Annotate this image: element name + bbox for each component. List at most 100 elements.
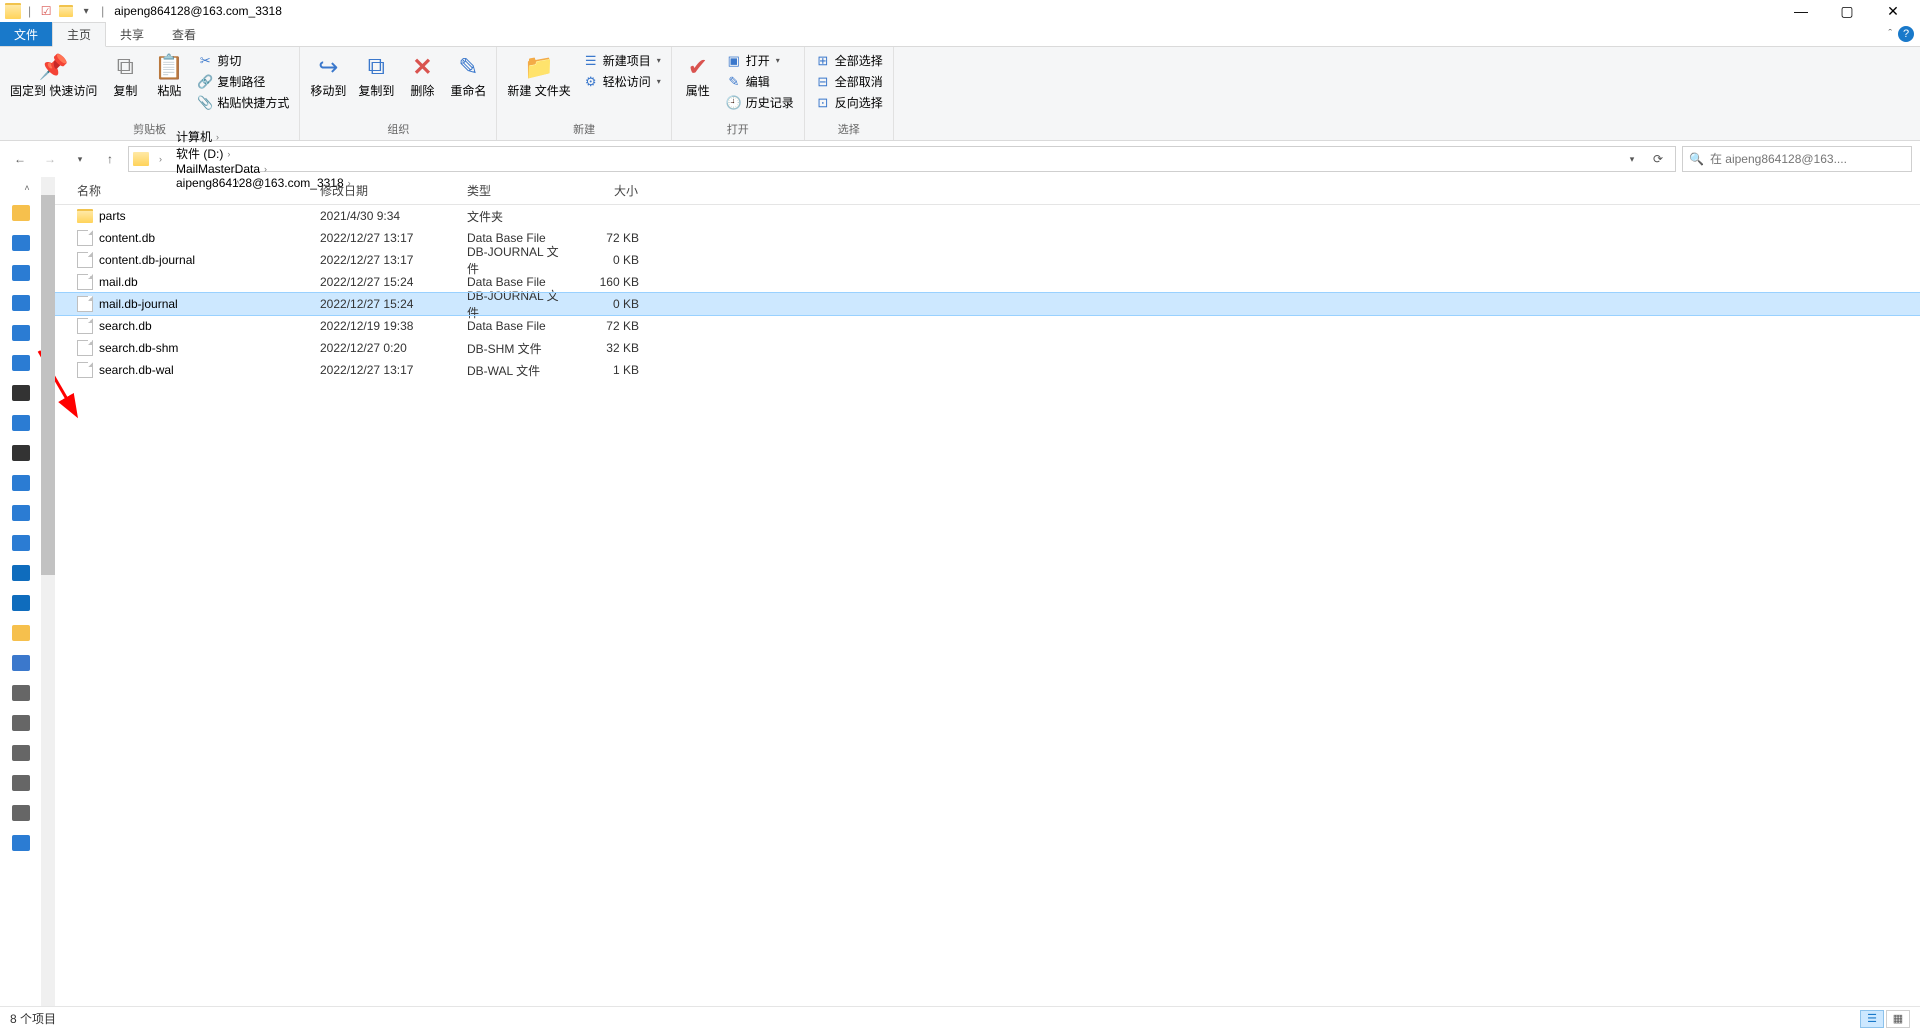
ribbon-collapse-icon[interactable]: ˆ <box>1888 28 1892 40</box>
addr-dropdown-icon[interactable]: ▾ <box>1619 147 1645 171</box>
nav-item-icon[interactable] <box>12 415 30 431</box>
nav-scrollbar[interactable] <box>41 177 55 1006</box>
column-headers[interactable]: ˄ 名称 修改日期 类型 大小 <box>55 177 1920 205</box>
nav-up-button[interactable]: ↑ <box>98 147 122 171</box>
ribbon-group-select: ⊞全部选择 ⊟全部取消 ⊡反向选择 选择 <box>805 47 894 140</box>
breadcrumb-item[interactable]: 软件 (D:)› <box>172 145 359 162</box>
nav-item-icon[interactable] <box>12 565 30 581</box>
folder-icon <box>77 209 93 223</box>
easy-access-button[interactable]: ⚙轻松访问▾ <box>579 72 665 91</box>
nav-item-icon[interactable] <box>12 475 30 491</box>
status-bar: 8 个项目 ☰ ▦ <box>0 1006 1920 1030</box>
breadcrumb[interactable]: › 计算机›软件 (D:)›MailMasterData›aipeng86412… <box>128 146 1676 172</box>
history-button[interactable]: 🕘历史记录 <box>722 93 798 112</box>
col-size[interactable]: 大小 <box>577 182 649 199</box>
qat-newfolder-icon[interactable] <box>57 2 75 20</box>
open-button[interactable]: ▣打开▾ <box>722 51 798 70</box>
nav-item-icon[interactable] <box>12 595 30 611</box>
invert-selection-button[interactable]: ⊡反向选择 <box>811 93 887 112</box>
view-icons-button[interactable]: ▦ <box>1886 1010 1910 1028</box>
nav-item-icon[interactable] <box>12 655 30 671</box>
paste-shortcut-button[interactable]: 📎粘贴快捷方式 <box>193 93 293 112</box>
ribbon-group-organize: ↪移动到 ⧉复制到 ✕删除 ✎重命名 组织 <box>300 47 497 140</box>
file-icon <box>77 230 93 246</box>
nav-item-icon[interactable] <box>12 625 30 641</box>
table-row[interactable]: mail.db2022/12/27 15:24Data Base File160… <box>55 271 1920 293</box>
nav-item-icon[interactable] <box>12 445 30 461</box>
qat-properties-icon[interactable]: ☑ <box>37 2 55 20</box>
paste-button[interactable]: 📋粘贴 <box>149 49 189 101</box>
nav-item-icon[interactable] <box>12 295 30 311</box>
nav-recent-button[interactable]: ▾ <box>68 147 92 171</box>
view-details-button[interactable]: ☰ <box>1860 1010 1884 1028</box>
cut-button[interactable]: ✂剪切 <box>193 51 293 70</box>
table-row[interactable]: search.db-wal2022/12/27 13:17DB-WAL 文件1 … <box>55 359 1920 381</box>
nav-item-icon[interactable] <box>12 775 30 791</box>
chevron-up-icon[interactable]: ˄ <box>24 183 29 193</box>
select-all-button[interactable]: ⊞全部选择 <box>811 51 887 70</box>
nav-item-icon[interactable] <box>12 745 30 761</box>
pin-button[interactable]: 📌固定到 快速访问 <box>6 49 101 101</box>
nav-forward-button[interactable]: → <box>38 147 62 171</box>
refresh-button[interactable]: ⟳ <box>1645 147 1671 171</box>
navigation-pane[interactable]: ˄ <box>0 177 55 1006</box>
copy-to-button[interactable]: ⧉复制到 <box>354 49 398 101</box>
ribbon-tabs: 文件 主页 共享 查看 ˆ ? <box>0 22 1920 47</box>
table-row[interactable]: content.db-journal2022/12/27 13:17DB-JOU… <box>55 249 1920 271</box>
edit-button[interactable]: ✎编辑 <box>722 72 798 91</box>
copy-path-button[interactable]: 🔗复制路径 <box>193 72 293 91</box>
col-type[interactable]: 类型 <box>457 182 577 199</box>
tab-share[interactable]: 共享 <box>106 22 158 46</box>
close-button[interactable]: ✕ <box>1870 0 1916 22</box>
nav-item-icon[interactable] <box>12 235 30 251</box>
search-input[interactable]: 🔍 <box>1682 146 1912 172</box>
nav-item-icon[interactable] <box>12 325 30 341</box>
table-row[interactable]: parts2021/4/30 9:34文件夹 <box>55 205 1920 227</box>
copy-button[interactable]: ⧉复制 <box>105 49 145 101</box>
file-icon <box>77 296 93 312</box>
sort-indicator-icon: ˄ <box>235 178 240 188</box>
file-icon <box>77 252 93 268</box>
tab-home[interactable]: 主页 <box>52 22 106 47</box>
folder-icon <box>133 152 149 166</box>
nav-item-icon[interactable] <box>12 715 30 731</box>
move-to-button[interactable]: ↪移动到 <box>306 49 350 101</box>
nav-item-icon[interactable] <box>12 685 30 701</box>
qat-customize-icon[interactable]: ▾ <box>77 2 95 20</box>
select-none-button[interactable]: ⊟全部取消 <box>811 72 887 91</box>
nav-item-icon[interactable] <box>12 835 30 851</box>
ribbon-group-new: 📁新建 文件夹 ☰新建项目▾ ⚙轻松访问▾ 新建 <box>497 47 671 140</box>
col-date[interactable]: 修改日期 <box>310 182 457 199</box>
ribbon-group-open: ✔属性 ▣打开▾ ✎编辑 🕘历史记录 打开 <box>672 47 805 140</box>
nav-item-icon[interactable] <box>12 355 30 371</box>
col-name[interactable]: 名称 <box>55 182 310 199</box>
help-icon[interactable]: ? <box>1898 26 1914 42</box>
breadcrumb-item[interactable]: MailMasterData› <box>172 162 359 176</box>
address-bar: ← → ▾ ↑ › 计算机›软件 (D:)›MailMasterData›aip… <box>0 141 1920 177</box>
new-folder-button[interactable]: 📁新建 文件夹 <box>503 49 574 101</box>
table-row[interactable]: search.db-shm2022/12/27 0:20DB-SHM 文件32 … <box>55 337 1920 359</box>
table-row[interactable]: mail.db-journal2022/12/27 15:24DB-JOURNA… <box>55 293 1920 315</box>
table-row[interactable]: search.db2022/12/19 19:38Data Base File7… <box>55 315 1920 337</box>
file-icon <box>77 318 93 334</box>
rename-button[interactable]: ✎重命名 <box>446 49 490 101</box>
delete-button[interactable]: ✕删除 <box>402 49 442 101</box>
tab-view[interactable]: 查看 <box>158 22 210 46</box>
nav-item-icon[interactable] <box>12 385 30 401</box>
nav-item-icon[interactable] <box>12 535 30 551</box>
nav-item-icon[interactable] <box>12 265 30 281</box>
breadcrumb-item[interactable]: 计算机› <box>172 128 359 145</box>
search-icon: 🔍 <box>1689 152 1704 166</box>
tab-file[interactable]: 文件 <box>0 22 52 46</box>
new-item-button[interactable]: ☰新建项目▾ <box>579 51 665 70</box>
title-bar: | ☑ ▾ | aipeng864128@163.com_3318 ― ▢ ✕ <box>0 0 1920 22</box>
maximize-button[interactable]: ▢ <box>1824 0 1870 22</box>
table-row[interactable]: content.db2022/12/27 13:17Data Base File… <box>55 227 1920 249</box>
nav-back-button[interactable]: ← <box>8 147 32 171</box>
properties-button[interactable]: ✔属性 <box>678 49 718 101</box>
window-title: aipeng864128@163.com_3318 <box>108 4 288 18</box>
nav-item-icon[interactable] <box>12 505 30 521</box>
nav-item-icon[interactable] <box>12 805 30 821</box>
nav-item-icon[interactable] <box>12 205 30 221</box>
minimize-button[interactable]: ― <box>1778 0 1824 22</box>
